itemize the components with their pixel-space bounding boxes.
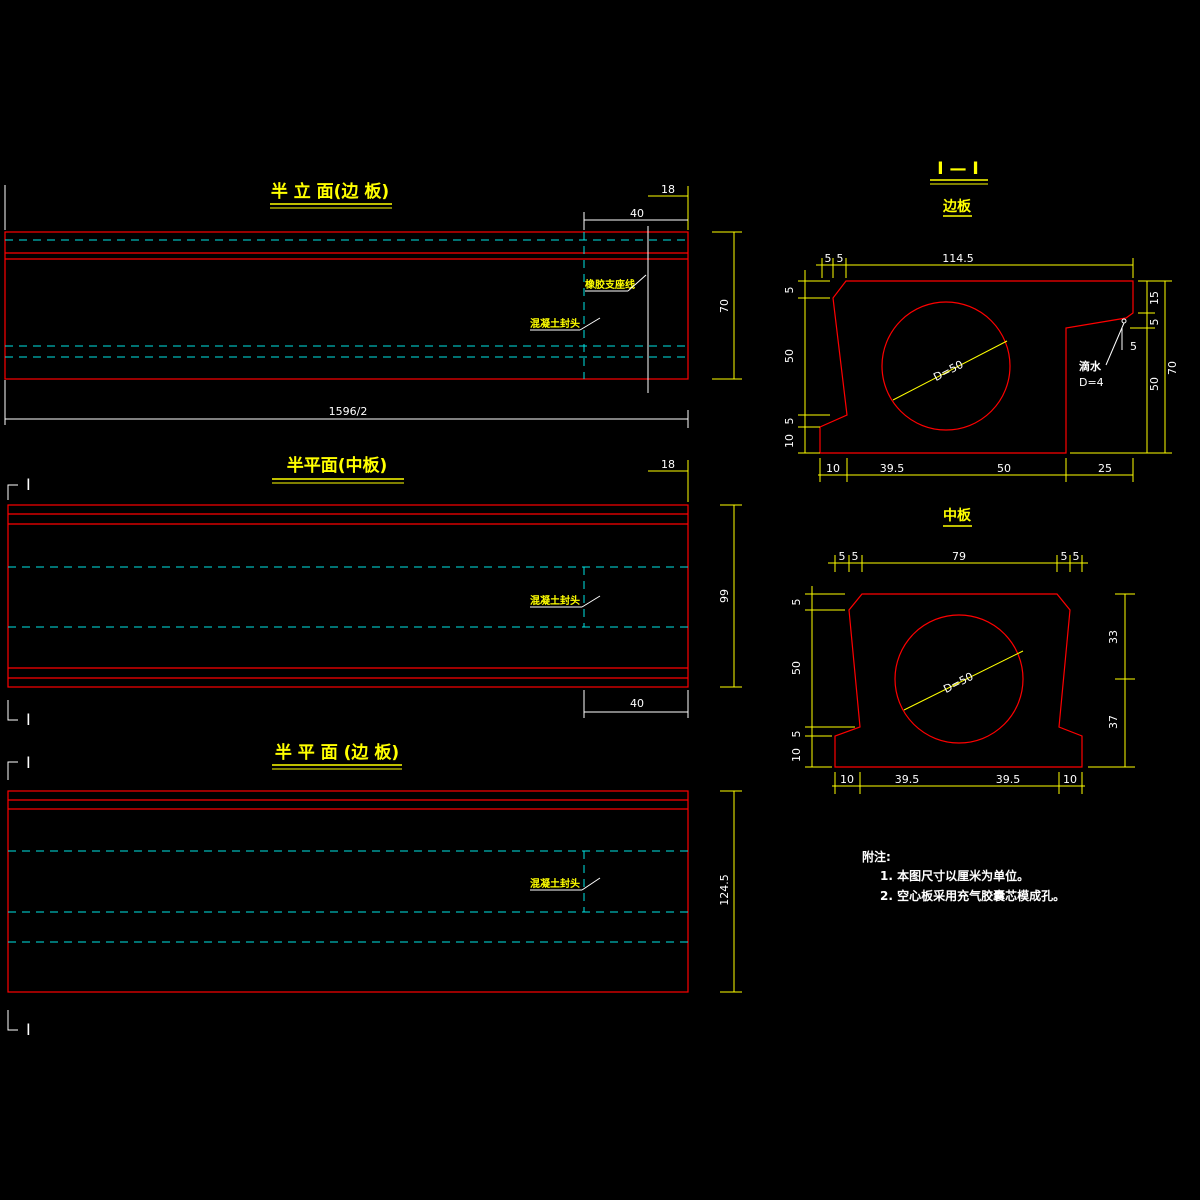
edge-right-50: 50 (1148, 377, 1161, 391)
mid-right-33: 33 (1107, 630, 1120, 644)
section-middle-subtitle: 中板 (943, 507, 972, 524)
notes: 附注: 1. 本图尺寸以厘米为单位。 2. 空心板采用充气胶囊芯模成孔。 (862, 849, 1065, 903)
drip-diameter: D=4 (1079, 376, 1104, 389)
label-concrete-seal-mid: 混凝土封头 (530, 594, 580, 607)
section-mark-bottom-edge: I (26, 1020, 31, 1039)
elevation-edge-title: 半 立 面(边 板) (271, 181, 389, 202)
plan-edge-outline (7, 790, 689, 993)
mid-left-5b: 5 (790, 731, 803, 738)
label-concrete-seal: 混凝土封头 (530, 317, 580, 330)
dim-70: 70 (718, 299, 731, 313)
edge-left-5: 5 (783, 287, 796, 294)
mid-bottom-39-5b: 39.5 (996, 773, 1021, 786)
dim-124-5: 124.5 (718, 874, 731, 906)
mid-left-10: 10 (790, 748, 803, 762)
dim-99: 99 (718, 589, 731, 603)
label-bearing-line: 橡胶支座线 (585, 278, 635, 291)
mid-right-37: 37 (1107, 715, 1120, 729)
section-middle-board: 中板 D=50 5 5 79 5 5 5 50 5 10 33 37 10 39… (790, 507, 1135, 794)
mid-top-79: 79 (952, 550, 966, 563)
edge-right-70: 70 (1166, 361, 1179, 375)
mid-top-5b: 5 (852, 550, 859, 563)
edge-circle-label: D=50 (931, 358, 965, 384)
label-concrete-seal-edge: 混凝土封头 (530, 877, 580, 890)
dim-length: 1596/2 (329, 405, 368, 418)
edge-left-5b: 5 (783, 418, 796, 425)
note-2: 2. 空心板采用充气胶囊芯模成孔。 (880, 888, 1065, 903)
mid-top-5d: 5 (1073, 550, 1080, 563)
edge-right-5: 5 (1148, 319, 1161, 326)
edge-top-5a: 5 (825, 252, 832, 265)
edge-top-5b: 5 (837, 252, 844, 265)
plan-middle-title: 半平面(中板) (287, 455, 388, 476)
section-header: I — I (930, 159, 988, 185)
edge-bottom-50: 50 (997, 462, 1011, 475)
mid-top-5a: 5 (839, 550, 846, 563)
note-1: 1. 本图尺寸以厘米为单位。 (880, 868, 1029, 883)
dim-40: 40 (630, 207, 644, 220)
section-mark-top: I (26, 475, 31, 494)
view-plan-middle: 半平面(中板) 混凝土封头 I I 18 99 40 (7, 455, 742, 729)
edge-bottom-39-5: 39.5 (880, 462, 905, 475)
view-plan-edge: 半 平 面 (边 板) 混凝土封头 I I 124.5 (7, 742, 742, 1039)
edge-right-15: 15 (1148, 291, 1161, 305)
edge-left-50: 50 (783, 349, 796, 363)
mid-left-50: 50 (790, 661, 803, 675)
mid-bottom-39-5a: 39.5 (895, 773, 920, 786)
dim-18: 18 (661, 183, 675, 196)
dim-18-mid: 18 (661, 458, 675, 471)
edge-left-10: 10 (783, 434, 796, 448)
edge-bottom-10: 10 (826, 462, 840, 475)
middle-circle-label: D=50 (941, 670, 975, 696)
mid-bottom-10b: 10 (1063, 773, 1077, 786)
notes-heading: 附注: (862, 849, 891, 864)
dim-40-mid: 40 (630, 697, 644, 710)
section-edge-board: 边板 D=50 滴水 D=4 5 5 5 114.5 5 50 5 10 15 … (783, 198, 1179, 482)
edge-bottom-25: 25 (1098, 462, 1112, 475)
view-elevation-edge: 半 立 面(边 板) 橡胶支座线 混凝土封头 18 40 70 1596/2 (4, 181, 742, 428)
edge-top-114-5: 114.5 (942, 252, 974, 265)
section-edge-subtitle: 边板 (942, 198, 972, 215)
plan-middle-outline (7, 504, 689, 688)
section-title: I — I (937, 159, 979, 179)
mid-top-5c: 5 (1061, 550, 1068, 563)
drip-label: 滴水 (1079, 359, 1102, 373)
drip-5: 5 (1130, 340, 1137, 353)
section-mark-top-edge: I (26, 753, 31, 772)
drawing-canvas: 半 立 面(边 板) 橡胶支座线 混凝土封头 18 40 70 1596/2 半… (4, 159, 1179, 1039)
mid-left-5: 5 (790, 599, 803, 606)
mid-bottom-10a: 10 (840, 773, 854, 786)
plan-edge-title: 半 平 面 (边 板) (275, 742, 399, 763)
section-mark-bottom: I (26, 710, 31, 729)
